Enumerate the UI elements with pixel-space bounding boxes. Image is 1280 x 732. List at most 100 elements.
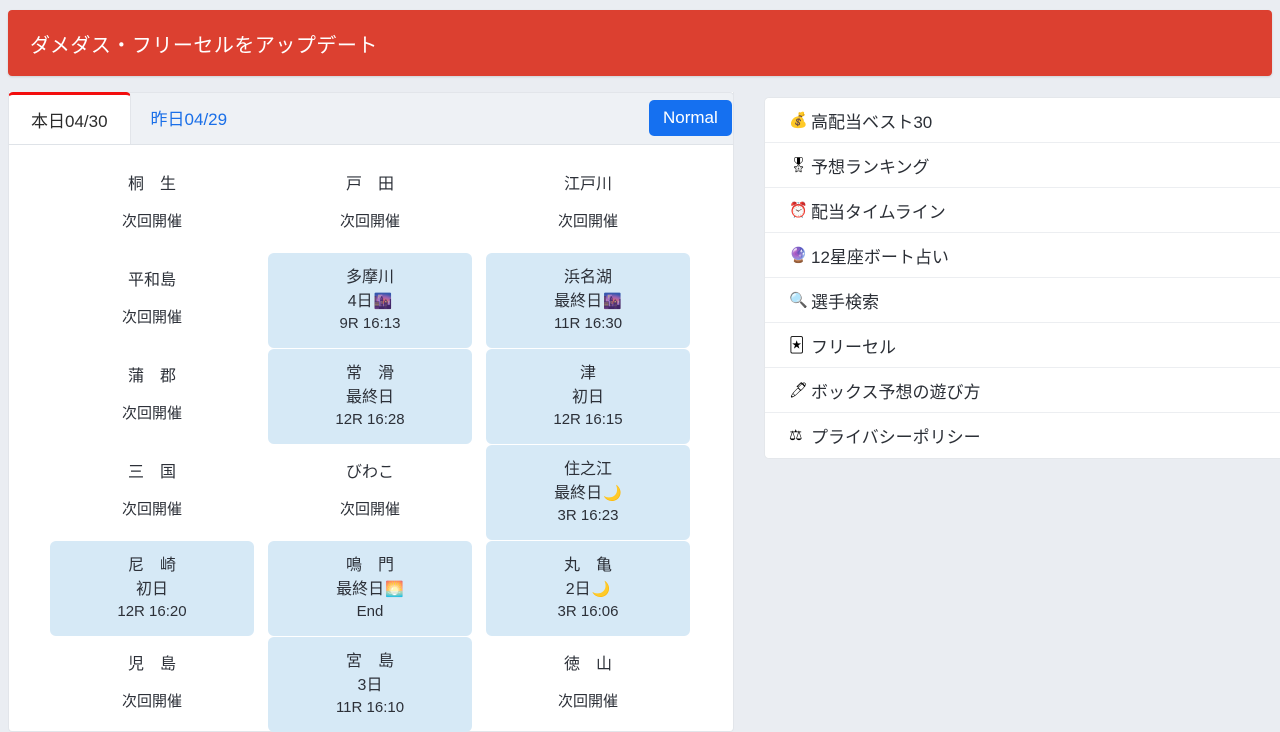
venue-name: 江戸川 — [564, 173, 612, 197]
menu-item-5[interactable]: 🔍選手検索 — [765, 278, 1280, 323]
menu-item-3[interactable]: ⏰配当タイムライン — [765, 188, 1280, 233]
money-bag-icon: 💰 — [789, 113, 811, 128]
venue-race-time: 11R 16:30 — [554, 313, 622, 336]
menu-item-label: 配当タイムライン — [811, 198, 946, 223]
venue-day: 最終日🌙 — [554, 482, 622, 505]
menu-item-label: 予想ランキング — [811, 153, 930, 178]
venue-name: 鳴 門 — [346, 554, 394, 578]
venue-cell: 江戸川次回開催 — [486, 157, 690, 252]
update-banner[interactable]: ダメダス・フリーセルをアップデート — [8, 10, 1272, 76]
venue-cell[interactable]: 津初日12R 16:15 — [486, 349, 690, 444]
feature-menu-panel: 💰高配当ベスト30🎖予想ランキング⏰配当タイムライン🔮12星座ボート占い🔍選手検… — [764, 97, 1280, 459]
venue-next-event: 次回開催 — [340, 211, 400, 234]
venue-name: 平和島 — [128, 269, 176, 293]
venue-race-time: 12R 16:20 — [117, 601, 186, 624]
menu-item-label: 12星座ボート占い — [811, 243, 949, 268]
venue-cell[interactable]: 宮 島3日11R 16:10 — [268, 637, 472, 732]
venue-name: 児 島 — [128, 653, 176, 677]
venue-session-icon: 🌙 — [592, 582, 611, 597]
venue-name: 桐 生 — [128, 173, 176, 197]
venue-cell[interactable]: 多摩川4日🌆9R 16:13 — [268, 253, 472, 348]
scales-icon: ⚖ — [789, 428, 811, 443]
venue-session-icon: 🌆 — [603, 294, 622, 309]
venue-day-label: 最終日 — [336, 578, 384, 601]
venue-cell: びわこ次回開催 — [268, 445, 472, 540]
venue-grid: 桐 生次回開催戸 田次回開催江戸川次回開催平和島次回開催多摩川4日🌆9R 16:… — [8, 147, 734, 732]
crystal-ball-icon: 🔮 — [789, 248, 811, 263]
venue-cell: 児 島次回開催 — [50, 637, 254, 732]
venue-day: 初日 — [572, 386, 604, 409]
venue-race-time: 12R 16:15 — [553, 409, 622, 432]
venue-name: 常 滑 — [346, 362, 394, 386]
venue-name: 宮 島 — [346, 650, 394, 674]
venue-name: 津 — [580, 362, 596, 386]
venue-day-label: 最終日 — [554, 290, 602, 313]
menu-item-8[interactable]: ⚖プライバシーポリシー — [765, 413, 1280, 458]
venue-race-time: 12R 16:28 — [335, 409, 404, 432]
tab-today[interactable]: 本日04/30 — [8, 92, 131, 144]
venue-name: 丸 亀 — [564, 554, 612, 578]
alarm-clock-icon: ⏰ — [789, 203, 811, 218]
venue-session-icon: 🌆 — [374, 294, 393, 309]
venue-day-label: 4日 — [348, 290, 373, 313]
venue-cell[interactable]: 尼 崎初日12R 16:20 — [50, 541, 254, 636]
venue-day-label: 3日 — [358, 674, 383, 697]
venue-day: 最終日 — [346, 386, 394, 409]
venue-race-time: End — [357, 601, 384, 624]
menu-item-label: プライバシーポリシー — [811, 423, 981, 448]
menu-item-4[interactable]: 🔮12星座ボート占い — [765, 233, 1280, 278]
menu-item-label: フリーセル — [811, 333, 896, 358]
magnifier-icon: 🔍 — [789, 293, 811, 308]
venue-next-event: 次回開催 — [558, 211, 618, 234]
venue-cell: 徳 山次回開催 — [486, 637, 690, 732]
menu-item-7[interactable]: 🖊ボックス予想の遊び方 — [765, 368, 1280, 413]
venue-next-event: 次回開催 — [340, 499, 400, 522]
menu-item-6[interactable]: 🃏フリーセル — [765, 323, 1280, 368]
venue-next-event: 次回開催 — [122, 499, 182, 522]
venue-name: 徳 山 — [564, 653, 612, 677]
menu-item-label: ボックス予想の遊び方 — [811, 378, 981, 403]
venue-cell[interactable]: 浜名湖最終日🌆11R 16:30 — [486, 253, 690, 348]
menu-item-2[interactable]: 🎖予想ランキング — [765, 143, 1280, 188]
venue-cell[interactable]: 住之江最終日🌙3R 16:23 — [486, 445, 690, 540]
venue-race-time: 11R 16:10 — [336, 697, 404, 720]
venue-day-label: 初日 — [136, 578, 168, 601]
venue-session-icon: 🌙 — [603, 486, 622, 501]
venue-cell: 戸 田次回開催 — [268, 157, 472, 252]
venue-name: 尼 崎 — [128, 554, 176, 578]
venue-name: 住之江 — [564, 458, 612, 482]
venue-day-label: 最終日 — [346, 386, 394, 409]
venue-cell[interactable]: 常 滑最終日12R 16:28 — [268, 349, 472, 444]
venue-cell: 桐 生次回開催 — [50, 157, 254, 252]
venue-next-event: 次回開催 — [122, 211, 182, 234]
venue-day: 最終日🌅 — [336, 578, 404, 601]
joker-card-icon: 🃏 — [789, 338, 811, 353]
venue-race-time: 3R 16:06 — [558, 601, 619, 624]
venue-cell: 蒲 郡次回開催 — [50, 349, 254, 444]
update-banner-text: ダメダス・フリーセルをアップデート — [30, 29, 378, 58]
pen-icon: 🖊 — [789, 383, 811, 398]
venue-name: びわこ — [346, 461, 394, 485]
venue-next-event: 次回開催 — [558, 691, 618, 714]
venue-cell[interactable]: 鳴 門最終日🌅End — [268, 541, 472, 636]
venue-name: 浜名湖 — [564, 266, 612, 290]
venue-next-event: 次回開催 — [122, 403, 182, 426]
venue-cell[interactable]: 丸 亀2日🌙3R 16:06 — [486, 541, 690, 636]
venue-day: 4日🌆 — [348, 290, 393, 313]
venue-next-event: 次回開催 — [122, 307, 182, 330]
tab-today-label: 本日04/30 — [31, 107, 108, 132]
venue-day: 初日 — [136, 578, 168, 601]
mode-toggle-button[interactable]: Normal — [649, 100, 732, 136]
venue-race-time: 9R 16:13 — [340, 313, 401, 336]
menu-item-1[interactable]: 💰高配当ベスト30 — [765, 98, 1280, 143]
venue-day: 3日 — [358, 674, 383, 697]
venue-name: 戸 田 — [346, 173, 394, 197]
venue-name: 蒲 郡 — [128, 365, 176, 389]
venue-cell: 平和島次回開催 — [50, 253, 254, 348]
venue-race-time: 3R 16:23 — [558, 505, 619, 528]
venue-cell: 三 国次回開催 — [50, 445, 254, 540]
venue-day: 最終日🌆 — [554, 290, 622, 313]
tab-yesterday-label: 昨日04/29 — [151, 105, 228, 130]
tab-yesterday[interactable]: 昨日04/29 — [131, 92, 248, 144]
venue-day-label: 最終日 — [554, 482, 602, 505]
